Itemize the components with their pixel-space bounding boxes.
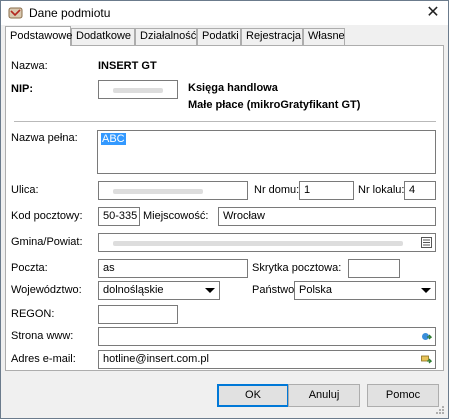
panstwo-value: Polska xyxy=(299,284,333,296)
skrytka-pocztowa-field[interactable] xyxy=(348,259,400,278)
adres-email-value: hotline@insert.com.pl xyxy=(103,353,209,365)
dialog-window: Dane podmiotu ✕ Podstawowe Dodatkowe Dzi… xyxy=(0,0,449,419)
tab-podstawowe[interactable]: Podstawowe xyxy=(5,26,72,46)
nazwa-pelna-label: Nazwa pełna: xyxy=(11,132,78,144)
nazwa-pelna-value: ABC xyxy=(101,133,126,145)
nazwa-value: INSERT GT xyxy=(98,60,157,72)
tab-rejestracja[interactable]: Rejestracja xyxy=(241,28,303,45)
strona-www-label: Strona www: xyxy=(11,330,74,342)
nr-lokalu-label: Nr lokalu: xyxy=(358,184,405,196)
regon-field[interactable] xyxy=(98,305,178,324)
resize-grip-icon[interactable] xyxy=(435,405,445,415)
ulica-label: Ulica: xyxy=(11,184,39,196)
ok-button[interactable]: OK xyxy=(217,384,289,407)
male-place-text: Małe płace (mikroGratyfikant GT) xyxy=(188,99,361,111)
send-email-icon[interactable] xyxy=(421,354,432,365)
list-picker-icon[interactable] xyxy=(421,237,432,248)
panstwo-select[interactable]: Polska xyxy=(294,281,436,300)
skrytka-pocztowa-label: Skrytka pocztowa: xyxy=(252,262,342,274)
regon-label: REGON: xyxy=(11,308,55,320)
tab-dodatkowe[interactable]: Dodatkowe xyxy=(71,28,135,45)
ksiega-handlowa-text: Księga handlowa xyxy=(188,82,278,94)
gmina-powiat-field[interactable] xyxy=(98,233,436,252)
close-button[interactable]: ✕ xyxy=(422,3,444,23)
close-icon: ✕ xyxy=(426,4,440,21)
chevron-down-icon xyxy=(205,288,215,293)
wojewodztwo-value: dolnośląskie xyxy=(103,284,164,296)
miejscowosc-field[interactable]: Wrocław xyxy=(218,207,436,226)
nazwa-pelna-field[interactable]: ABC xyxy=(97,130,436,174)
adres-email-field[interactable]: hotline@insert.com.pl xyxy=(98,350,436,369)
tab-dzialalnosc[interactable]: Działalność xyxy=(135,28,197,45)
gmina-powiat-label: Gmina/Powiat: xyxy=(11,236,83,248)
nr-domu-field[interactable]: 1 xyxy=(299,181,354,200)
tab-podatki[interactable]: Podatki xyxy=(197,28,241,45)
nip-field[interactable] xyxy=(98,80,178,99)
app-logo-icon xyxy=(8,7,23,19)
wojewodztwo-select[interactable]: dolnośląskie xyxy=(98,281,220,300)
ulica-field[interactable] xyxy=(98,181,248,200)
nip-label: NIP: xyxy=(11,83,33,95)
separator xyxy=(14,121,436,122)
wojewodztwo-label: Województwo: xyxy=(11,284,82,296)
poczta-field[interactable]: as xyxy=(98,259,248,278)
panstwo-label: Państwo: xyxy=(252,284,298,296)
cancel-button[interactable]: Anuluj xyxy=(288,384,360,407)
kod-pocztowy-label: Kod pocztowy: xyxy=(11,210,83,222)
nr-domu-label: Nr domu: xyxy=(254,184,300,196)
open-link-icon[interactable] xyxy=(421,331,432,342)
chevron-down-icon xyxy=(421,288,431,293)
tab-wlasne[interactable]: Własne xyxy=(303,28,345,45)
window-title: Dane podmiotu xyxy=(29,6,111,20)
tab-panel-podstawowe: Nazwa: INSERT GT NIP: Księga handlowa Ma… xyxy=(5,45,444,371)
poczta-label: Poczta: xyxy=(11,262,48,274)
nazwa-label: Nazwa: xyxy=(11,60,48,72)
kod-pocztowy-field[interactable]: 50-335 xyxy=(98,207,140,226)
miejscowosc-label: Miejscowość: xyxy=(143,210,209,222)
help-button[interactable]: Pomoc xyxy=(367,384,439,407)
adres-email-label: Adres e-mail: xyxy=(11,353,76,365)
nr-lokalu-field[interactable]: 4 xyxy=(404,181,436,200)
title-bar[interactable]: Dane podmiotu ✕ xyxy=(1,1,448,25)
strona-www-field[interactable] xyxy=(98,327,436,346)
